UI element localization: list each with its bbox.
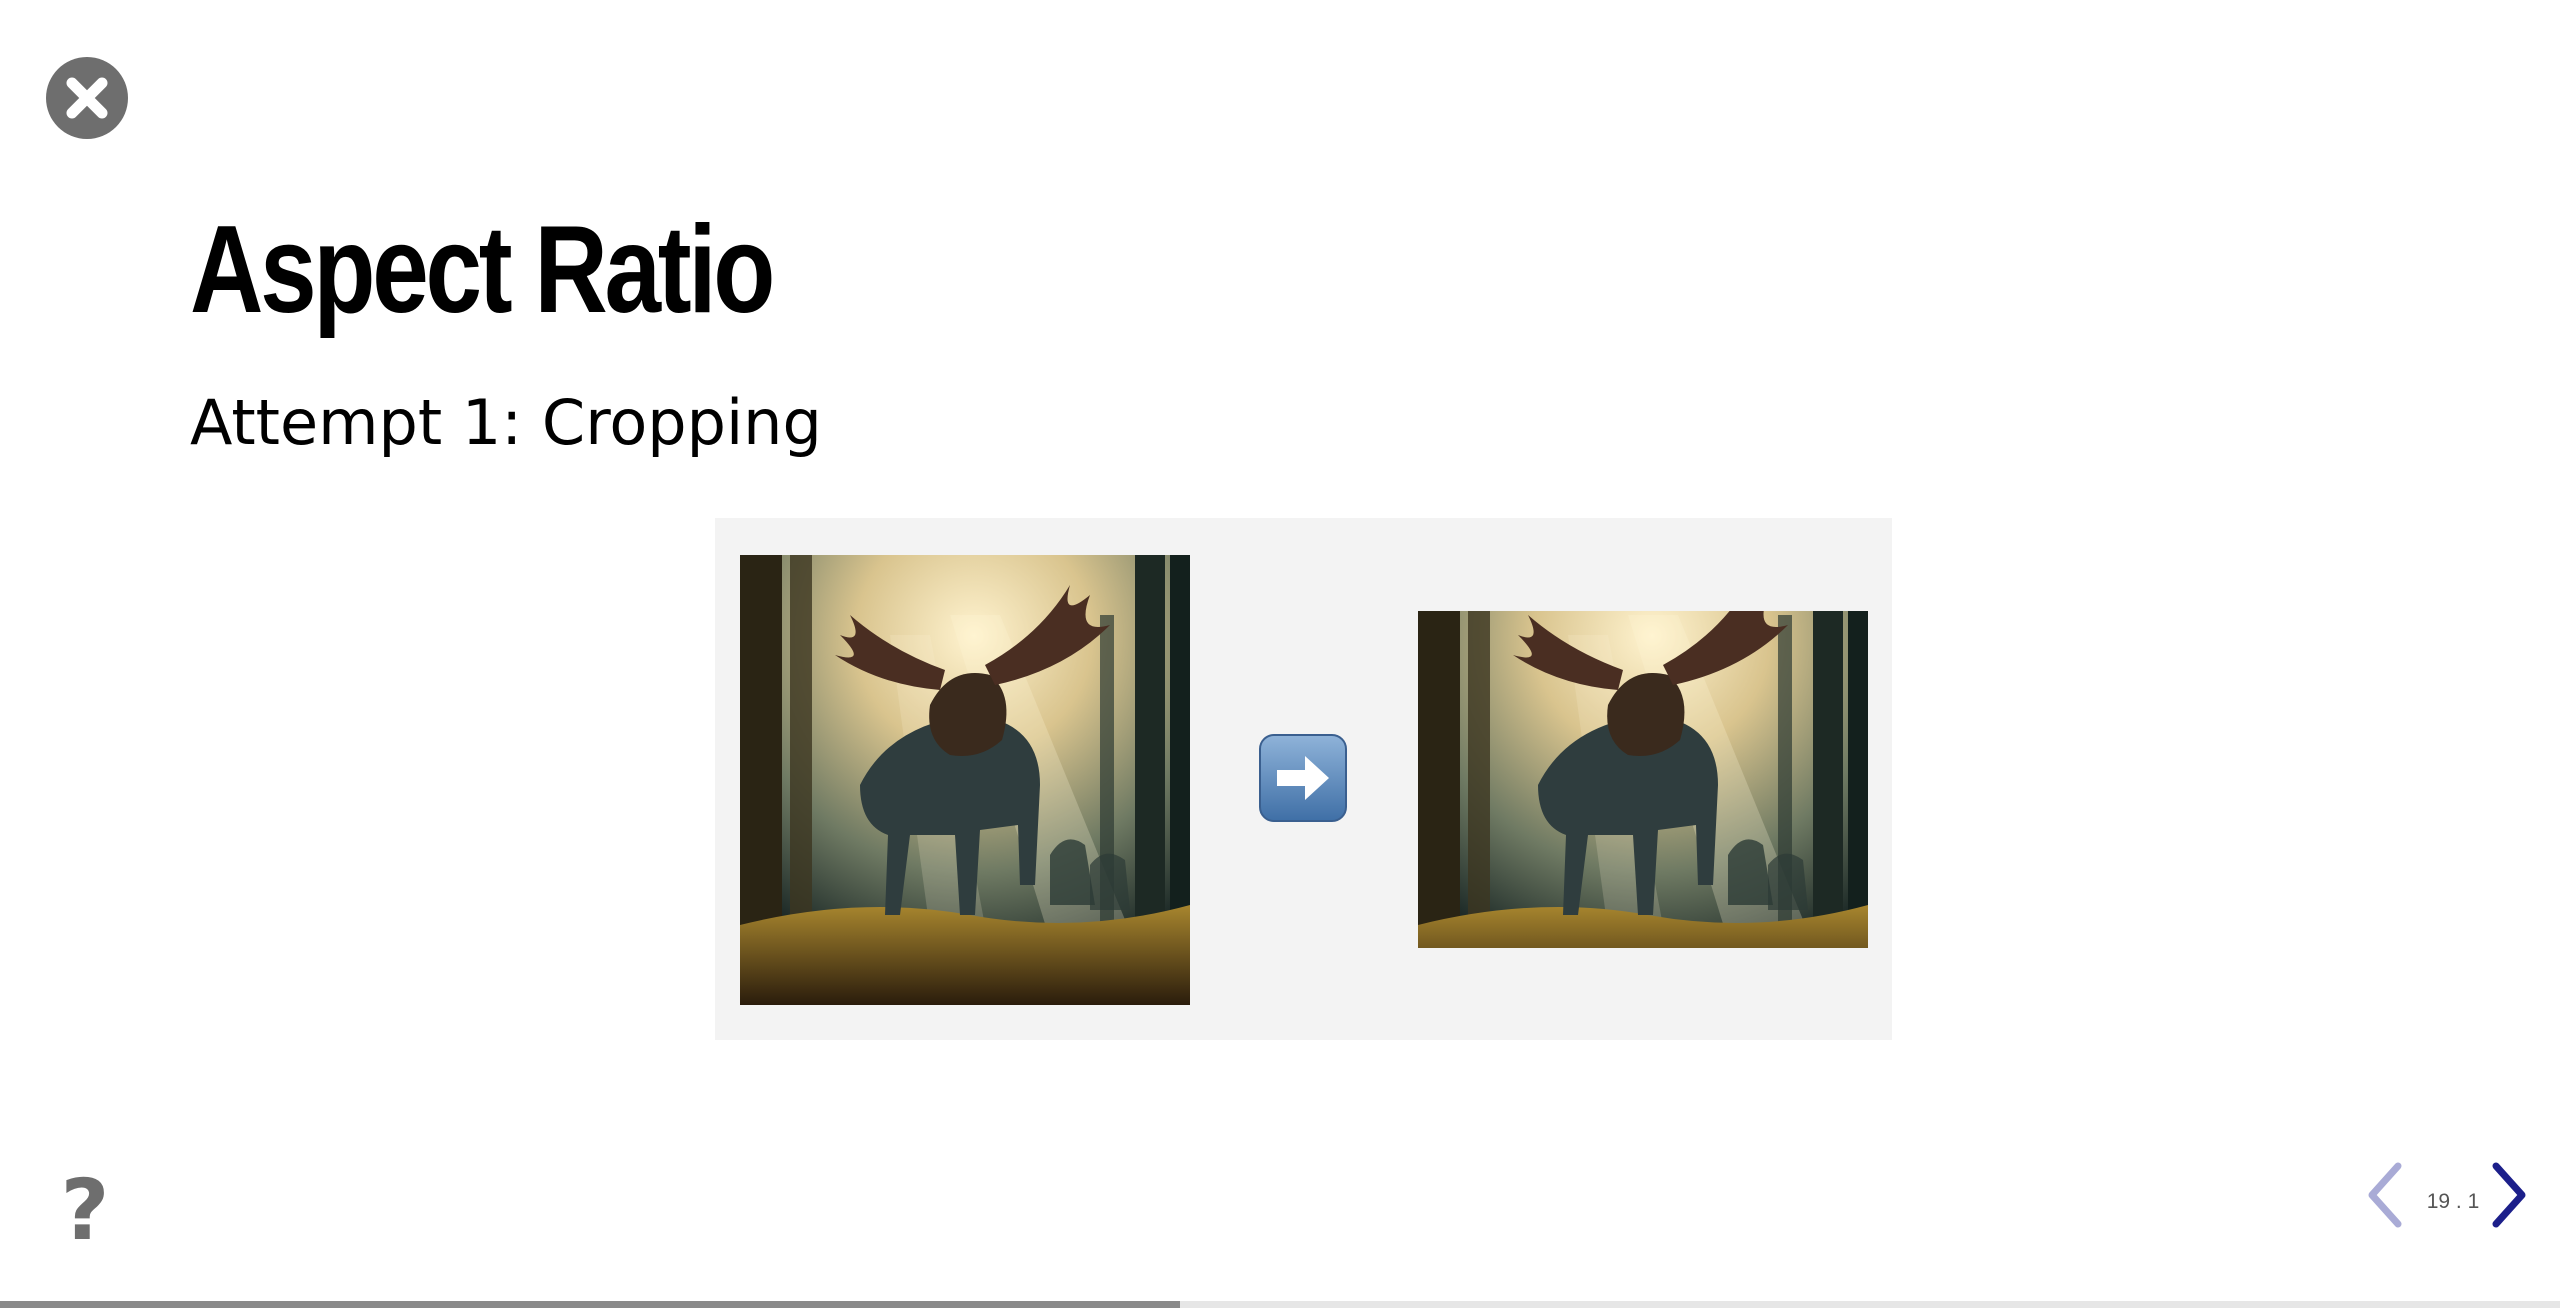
slide-number: 19 . 1 — [2426, 1190, 2480, 1213]
slide-subtitle: Attempt 1: Cropping — [190, 386, 822, 459]
previous-slide-button[interactable] — [2362, 1160, 2406, 1230]
cropped-moose-image — [1418, 611, 1868, 948]
right-arrow-icon — [1257, 732, 1349, 824]
help-button[interactable]: ? — [55, 1168, 115, 1252]
close-icon — [66, 77, 108, 119]
progress-bar — [0, 1301, 2560, 1308]
slide-viewport: Aspect Ratio Attempt 1: Cropping ? 19 . … — [0, 0, 2560, 1308]
slide-title: Aspect Ratio — [190, 201, 775, 339]
progress-fill — [0, 1301, 1181, 1308]
chevron-left-icon — [2368, 1162, 2402, 1228]
chevron-right-icon — [2492, 1162, 2526, 1228]
next-slide-button[interactable] — [2488, 1160, 2532, 1230]
close-button[interactable] — [46, 57, 128, 139]
original-moose-image — [740, 555, 1190, 1005]
